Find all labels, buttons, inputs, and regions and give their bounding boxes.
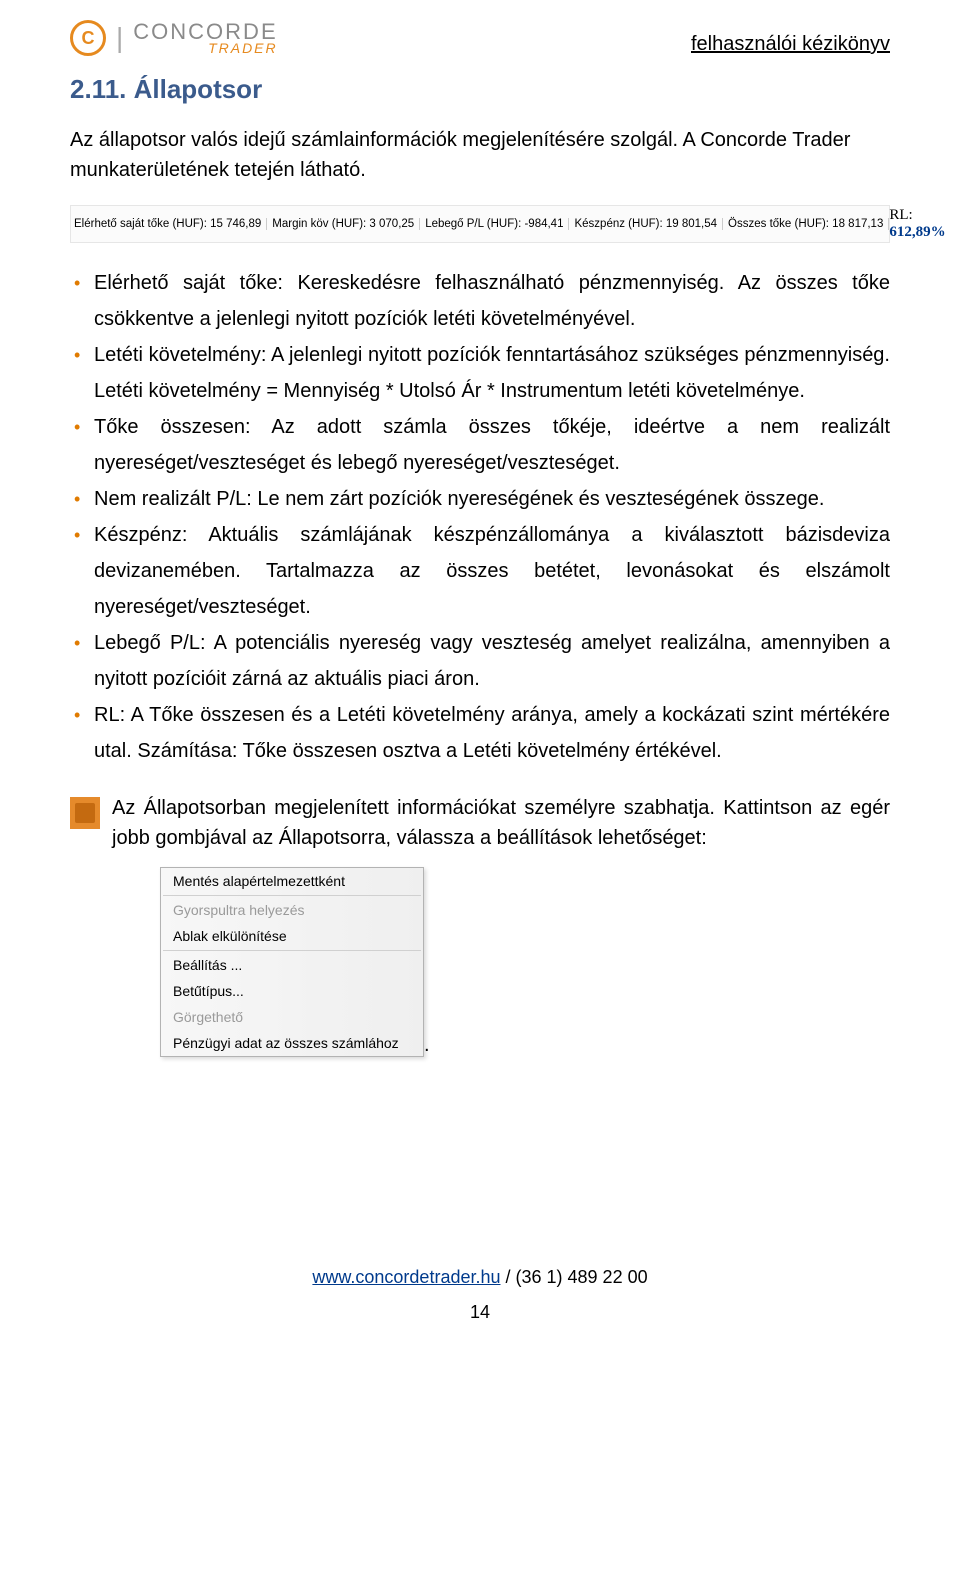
menu-separator — [163, 950, 421, 951]
status-item: Margin köv (HUF): 3 070,25 — [267, 218, 420, 230]
menu-item-quickbar[interactable]: Gyorspultra helyezés — [161, 897, 423, 923]
list-item: Készpénz: Aktuális számlájának készpénzá… — [94, 517, 890, 625]
note-text: Az Állapotsorban megjelenített informáci… — [112, 793, 890, 853]
note-block: Az Állapotsorban megjelenített informáci… — [70, 793, 890, 853]
status-bar: Elérhető saját tőke (HUF): 15 746,89 Mar… — [70, 205, 890, 243]
status-item: Elérhető saját tőke (HUF): 15 746,89 — [74, 218, 267, 230]
menu-item-financial-all[interactable]: Pénzügyi adat az összes számlához — [161, 1030, 423, 1056]
logo-separator: | — [116, 22, 123, 54]
list-item: Elérhető saját tőke: Kereskedésre felhas… — [94, 265, 890, 337]
logo-subbrand: TRADER — [133, 41, 277, 55]
menu-item-scrollable[interactable]: Görgethető — [161, 1004, 423, 1030]
intro-paragraph: Az állapotsor valós idejű számlainformác… — [70, 125, 890, 185]
logo-icon: C — [70, 20, 106, 56]
menu-item-save-default[interactable]: Mentés alapértelmezettként — [161, 868, 423, 894]
context-menu: Mentés alapértelmezettként Gyorspultra h… — [160, 867, 424, 1057]
logo: C | CONCORDE TRADER — [70, 20, 278, 56]
page-number: 14 — [70, 1302, 890, 1323]
list-item: Letéti követelmény: A jelenlegi nyitott … — [94, 337, 890, 409]
menu-item-font[interactable]: Betűtípus... — [161, 978, 423, 1004]
footer-link[interactable]: www.concordetrader.hu — [312, 1267, 500, 1287]
status-item: Összes tőke (HUF): 18 817,13 — [723, 218, 889, 230]
section-title: 2.11. Állapotsor — [70, 74, 890, 105]
status-item: Lebegő P/L (HUF): -984,41 — [420, 218, 569, 230]
footer: www.concordetrader.hu / (36 1) 489 22 00 — [70, 1267, 890, 1288]
footer-phone: / (36 1) 489 22 00 — [501, 1267, 648, 1287]
rl-value: 612,89% — [889, 224, 945, 240]
header-subtitle: felhasználói kézikönyv — [691, 33, 890, 56]
status-item: Készpénz (HUF): 19 801,54 — [569, 218, 723, 230]
menu-item-detach-window[interactable]: Ablak elkülönítése — [161, 923, 423, 949]
trailing-dot: . — [424, 1034, 430, 1056]
menu-separator — [163, 895, 421, 896]
note-icon — [70, 797, 100, 829]
page-header: C | CONCORDE TRADER felhasználói kézikön… — [70, 20, 890, 56]
list-item: Tőke összesen: Az adott számla összes tő… — [94, 409, 890, 481]
menu-item-settings[interactable]: Beállítás ... — [161, 952, 423, 978]
status-rl: RL: 612,89% — [889, 207, 945, 241]
list-item: Nem realizált P/L: Le nem zárt pozíciók … — [94, 481, 890, 517]
list-item: RL: A Tőke összesen és a Letéti követelm… — [94, 697, 890, 769]
list-item: Lebegő P/L: A potenciális nyereség vagy … — [94, 625, 890, 697]
bullet-list: Elérhető saját tőke: Kereskedésre felhas… — [70, 265, 890, 769]
rl-label: RL: — [889, 207, 912, 223]
